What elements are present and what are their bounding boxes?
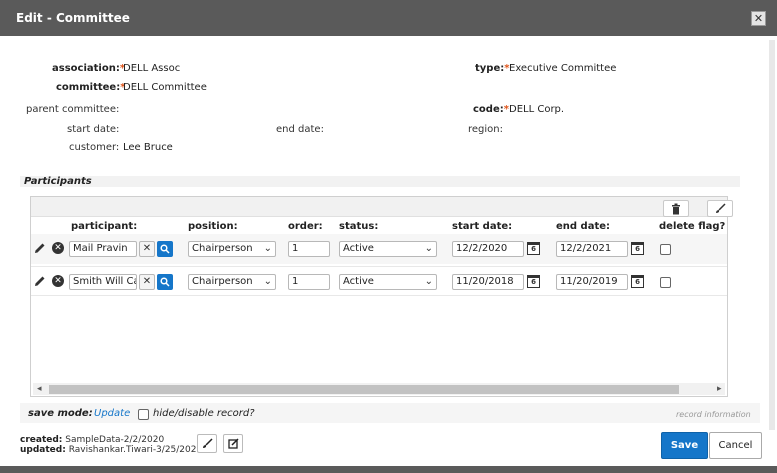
hide-record-label: hide/disable record? xyxy=(153,408,255,419)
chevron-down-icon: ⌄ xyxy=(424,276,433,287)
end-date-input[interactable]: 12/2/2021 xyxy=(556,241,628,257)
pencil-icon[interactable] xyxy=(34,275,46,287)
parent-committee-label: parent committee: xyxy=(26,104,120,115)
committee-label: committee:* xyxy=(56,82,125,93)
participants-title: Participants xyxy=(24,176,92,187)
status-select[interactable]: Active ⌄ xyxy=(339,274,437,290)
trash-icon xyxy=(672,203,680,215)
table-row: ✕ Smith Will Ca ✕ Chairperson ⌄ 1 Active ⌄… xyxy=(31,266,727,296)
start-date-input[interactable]: 12/2/2020 xyxy=(452,241,524,257)
dialog-title: Edit - Committee xyxy=(16,11,130,25)
horizontal-scrollbar-thumb[interactable] xyxy=(49,385,679,394)
association-label-text: association: xyxy=(52,63,120,74)
region-label: region: xyxy=(468,124,503,135)
vertical-scrollbar-thumb[interactable] xyxy=(769,40,775,430)
remove-row-icon[interactable]: ✕ xyxy=(52,242,64,254)
status-select[interactable]: Active ⌄ xyxy=(339,241,437,257)
customer-value[interactable]: Lee Bruce xyxy=(123,142,173,153)
horizontal-scrollbar[interactable]: ◂ ▸ xyxy=(33,383,725,395)
grid-toolbar xyxy=(31,197,733,217)
type-label-text: type: xyxy=(475,63,505,74)
clear-participant-button[interactable]: ✕ xyxy=(139,241,155,257)
search-icon xyxy=(160,244,170,254)
status-value: Active xyxy=(343,243,374,254)
col-header-participant: participant: xyxy=(71,221,138,232)
updated-info: updated: Ravishankar.Tiwari-3/25/2021 xyxy=(20,445,202,455)
col-header-order: order: xyxy=(288,221,323,232)
delete-button[interactable] xyxy=(663,200,689,217)
order-input[interactable]: 1 xyxy=(288,241,330,257)
type-label: type:* xyxy=(475,63,509,74)
col-header-position: position: xyxy=(188,221,238,232)
scroll-right-icon[interactable]: ▸ xyxy=(717,383,722,395)
scroll-left-icon[interactable]: ◂ xyxy=(37,383,42,395)
calendar-icon[interactable]: 6 xyxy=(527,275,540,288)
edit-icon xyxy=(227,438,239,449)
table-row: ✕ Mail Pravin ✕ Chairperson ⌄ 1 Active ⌄ 1… xyxy=(31,234,727,264)
updated-label: updated: xyxy=(20,445,66,455)
edit-committee-dialog: Edit - Committee ✕ association:* DELL As… xyxy=(0,0,777,473)
search-icon xyxy=(160,277,170,287)
start-date-label: start date: xyxy=(67,124,120,135)
clear-participant-button[interactable]: ✕ xyxy=(139,274,155,290)
created-value: SampleData-2/2/2020 xyxy=(65,435,165,445)
customer-label: customer: xyxy=(69,142,120,153)
clear-changes-button[interactable] xyxy=(197,434,217,453)
hide-record-checkbox[interactable] xyxy=(138,409,149,420)
updated-value: Ravishankar.Tiwari-3/25/2021 xyxy=(68,445,203,455)
participants-grid: participant: position: order: status: st… xyxy=(30,196,733,397)
brush-icon xyxy=(715,203,726,213)
participant-input[interactable]: Mail Pravin xyxy=(69,241,137,257)
code-value[interactable]: DELL Corp. xyxy=(509,104,564,115)
col-header-end-date: end date: xyxy=(556,221,611,232)
end-date-label: end date: xyxy=(276,124,324,135)
committee-value[interactable]: DELL Committee xyxy=(123,82,207,93)
created-info: created: SampleData-2/2/2020 xyxy=(20,435,164,445)
association-value[interactable]: DELL Assoc xyxy=(123,63,180,74)
calendar-icon[interactable]: 6 xyxy=(527,242,540,255)
association-label: association:* xyxy=(52,63,125,74)
position-select[interactable]: Chairperson ⌄ xyxy=(188,274,276,290)
col-header-start-date: start date: xyxy=(452,221,513,232)
save-mode-value[interactable]: Update xyxy=(94,408,130,419)
brush-icon xyxy=(202,438,213,448)
delete-flag-checkbox[interactable] xyxy=(660,277,671,288)
position-value: Chairperson xyxy=(192,243,253,254)
search-participant-button[interactable] xyxy=(157,241,173,257)
save-button[interactable]: Save xyxy=(661,432,708,459)
close-button[interactable]: ✕ xyxy=(751,11,766,26)
status-value: Active xyxy=(343,276,374,287)
delete-flag-checkbox[interactable] xyxy=(660,244,671,255)
position-select[interactable]: Chairperson ⌄ xyxy=(188,241,276,257)
search-participant-button[interactable] xyxy=(157,274,173,290)
end-date-input[interactable]: 11/20/2019 xyxy=(556,274,628,290)
code-label-text: code: xyxy=(473,104,504,115)
chevron-down-icon: ⌄ xyxy=(263,243,272,254)
col-header-status: status: xyxy=(339,221,379,232)
position-value: Chairperson xyxy=(192,276,253,287)
committee-label-text: committee: xyxy=(56,82,121,93)
save-mode-label: save mode: xyxy=(28,408,93,419)
chevron-down-icon: ⌄ xyxy=(424,243,433,254)
created-label: created: xyxy=(20,435,63,445)
clear-button[interactable] xyxy=(707,200,733,217)
cancel-button[interactable]: Cancel xyxy=(709,432,762,459)
chevron-down-icon: ⌄ xyxy=(263,276,272,287)
col-header-delete-flag: delete flag? xyxy=(659,221,726,232)
remove-row-icon[interactable]: ✕ xyxy=(52,275,64,287)
start-date-input[interactable]: 11/20/2018 xyxy=(452,274,524,290)
pencil-icon[interactable] xyxy=(34,242,46,254)
record-information-link[interactable]: record information xyxy=(676,410,751,419)
calendar-icon[interactable]: 6 xyxy=(631,275,644,288)
order-input[interactable]: 1 xyxy=(288,274,330,290)
edit-record-button[interactable] xyxy=(223,434,243,453)
footer-bar xyxy=(20,403,760,423)
code-label: code:* xyxy=(473,104,509,115)
dialog-titlebar: Edit - Committee ✕ xyxy=(0,0,777,36)
participant-input[interactable]: Smith Will Ca xyxy=(69,274,137,290)
left-margin xyxy=(0,36,10,466)
calendar-icon[interactable]: 6 xyxy=(631,242,644,255)
participants-section-header xyxy=(20,176,740,187)
type-value[interactable]: Executive Committee xyxy=(509,63,616,74)
